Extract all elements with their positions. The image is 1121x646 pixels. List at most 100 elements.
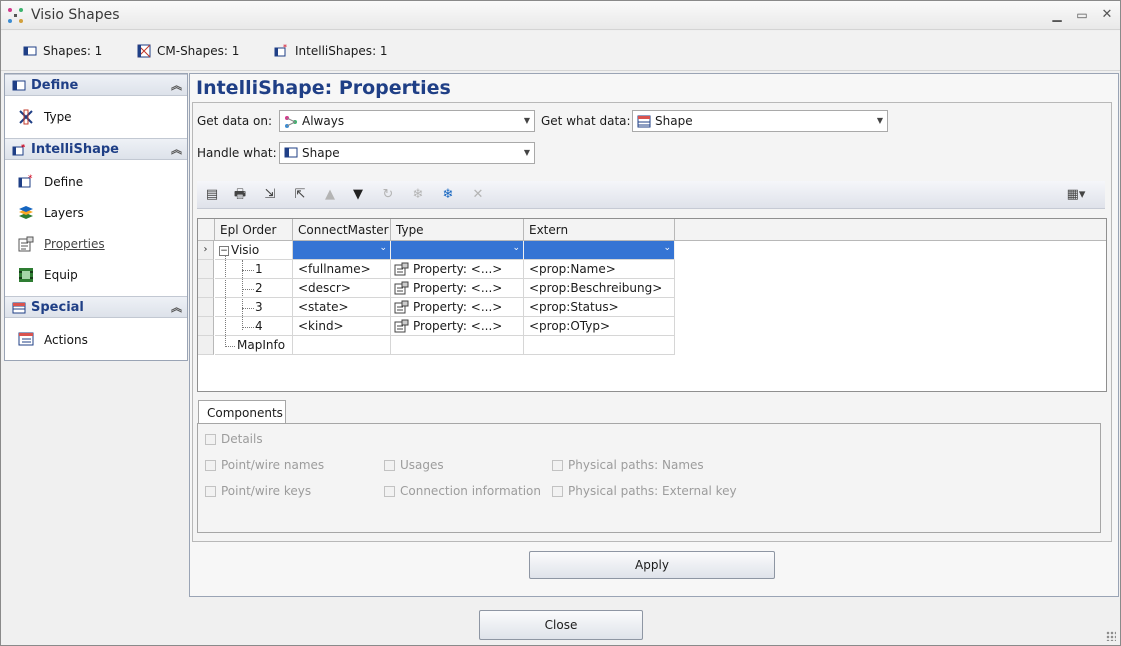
cell-extern[interactable]: [524, 336, 675, 355]
collapse-tree-icon[interactable]: −: [219, 245, 229, 256]
checkbox-box[interactable]: [205, 459, 216, 471]
chevron-down-icon[interactable]: ⌄: [663, 243, 671, 253]
nav-item-actions[interactable]: Actions: [5, 327, 187, 353]
new-item-icon[interactable]: ❄: [437, 185, 459, 205]
cell-connectmaster[interactable]: <fullname>: [293, 260, 391, 279]
physical-paths-external-key-label: Physical paths: External key: [568, 484, 737, 498]
checkbox-box[interactable]: [552, 485, 563, 497]
usages-checkbox[interactable]: Usages: [384, 458, 444, 472]
apply-button[interactable]: Apply: [529, 551, 775, 579]
nav-group-define[interactable]: Define ︽: [5, 74, 187, 96]
cell-type[interactable]: Property: <...>: [391, 260, 524, 279]
selected-cell-type[interactable]: ⌄: [391, 241, 524, 260]
nav-group-define-title: Define: [31, 78, 79, 93]
table-row[interactable]: 4: [215, 317, 293, 336]
cell-extern[interactable]: <prop:Name>: [524, 260, 675, 279]
move-down-icon[interactable]: ▼: [347, 185, 369, 205]
checkbox-box[interactable]: [552, 459, 563, 471]
handle-what-select[interactable]: Shape ▼: [279, 142, 535, 164]
cell-connectmaster[interactable]: <descr>: [293, 279, 391, 298]
cell-connectmaster[interactable]: <state>: [293, 298, 391, 317]
close-button[interactable]: Close: [479, 610, 643, 640]
cell-type[interactable]: Property: <...>: [391, 279, 524, 298]
table-row[interactable]: 3: [215, 298, 293, 317]
cell-connectmaster[interactable]: <kind>: [293, 317, 391, 336]
point-wire-keys-checkbox[interactable]: Point/wire keys: [205, 484, 311, 498]
table-row-visio[interactable]: − Visio: [215, 241, 293, 260]
get-data-on-label: Get data on:: [197, 114, 273, 128]
import-icon[interactable]: ⇱: [289, 185, 311, 205]
connection-information-checkbox[interactable]: Connection information: [384, 484, 541, 498]
selected-cell-extern[interactable]: ⌄: [524, 241, 675, 260]
physical-paths-external-key-checkbox[interactable]: Physical paths: External key: [552, 484, 737, 498]
collapse-icon[interactable]: ︽: [171, 299, 182, 315]
usages-label: Usages: [400, 458, 444, 472]
cell-extern[interactable]: <prop:OTyp>: [524, 317, 675, 336]
checkbox-box[interactable]: [205, 485, 216, 497]
table-row-mapinfo[interactable]: MapInfo: [215, 336, 293, 355]
nav-group-special[interactable]: Special ︽: [5, 296, 187, 318]
selected-cell-connectmaster[interactable]: ⌄: [293, 241, 391, 260]
print-icon[interactable]: 🖶: [229, 185, 251, 205]
parent-name: Visio: [231, 243, 260, 257]
row-selector[interactable]: [198, 279, 214, 298]
chevron-down-icon[interactable]: ⌄: [512, 243, 520, 253]
chevron-down-icon[interactable]: ▼: [524, 148, 530, 157]
tab-components[interactable]: Components: [198, 400, 286, 424]
row-selector[interactable]: [198, 298, 214, 317]
save-layout-icon[interactable]: ▤: [201, 185, 223, 205]
cell-type[interactable]: [391, 336, 524, 355]
nav-group-intellishape[interactable]: * IntelliShape ︽: [5, 138, 187, 160]
column-header-type[interactable]: Type: [391, 219, 524, 241]
refresh-icon[interactable]: ↻: [377, 185, 399, 205]
cell-type[interactable]: Property: <...>: [391, 317, 524, 336]
resize-grip-icon[interactable]: [1106, 631, 1116, 641]
point-wire-names-checkbox[interactable]: Point/wire names: [205, 458, 324, 472]
window-title: Visio Shapes: [31, 7, 120, 23]
export-icon[interactable]: ⇲: [259, 185, 281, 205]
svg-text:*: *: [21, 144, 26, 152]
checkbox-box[interactable]: [384, 459, 395, 471]
chevron-down-icon[interactable]: ▼: [877, 116, 883, 125]
row-selector-current[interactable]: ›: [198, 241, 214, 260]
cell-extern[interactable]: <prop:Beschreibung>: [524, 279, 675, 298]
cell-type[interactable]: Property: <...>: [391, 298, 524, 317]
checkbox-box[interactable]: [384, 485, 395, 497]
cell-connectmaster[interactable]: [293, 336, 391, 355]
nav-item-define[interactable]: * Define: [5, 169, 187, 195]
collapse-icon[interactable]: ︽: [171, 141, 182, 157]
table-row[interactable]: 2: [215, 279, 293, 298]
always-icon: [285, 116, 297, 128]
nav-item-properties[interactable]: Properties: [5, 231, 187, 257]
physical-paths-names-checkbox[interactable]: Physical paths: Names: [552, 458, 704, 472]
column-chooser-icon[interactable]: ▦▾: [1059, 185, 1093, 205]
components-group: Details Point/wire names Point/wire keys…: [197, 423, 1101, 533]
nav-item-layers[interactable]: Layers: [5, 200, 187, 226]
checkbox-box[interactable]: [205, 433, 216, 445]
details-checkbox[interactable]: Details: [205, 432, 263, 446]
table-row[interactable]: 1: [215, 260, 293, 279]
nav-group-special-title: Special: [31, 300, 84, 315]
nav-item-equip[interactable]: Equip: [5, 262, 187, 288]
close-icon[interactable]: ✕: [1098, 6, 1116, 24]
delete-icon[interactable]: ✕: [467, 185, 489, 205]
counts-bar: Shapes: 1 CM-Shapes: 1 * IntelliShapes: …: [1, 31, 1120, 71]
column-header-connectmaster[interactable]: ConnectMaster: [293, 219, 391, 241]
get-data-on-select[interactable]: Always ▼: [279, 110, 535, 132]
maximize-icon[interactable]: ▭: [1073, 6, 1091, 24]
row-selector[interactable]: [198, 317, 214, 336]
column-header-epl-order[interactable]: Epl Order: [215, 219, 293, 241]
snowflake-icon[interactable]: ❄: [407, 185, 429, 205]
row-selector[interactable]: [198, 260, 214, 279]
minimize-icon[interactable]: ▁: [1048, 6, 1066, 24]
collapse-icon[interactable]: ︽: [171, 77, 182, 93]
shape-icon: [23, 46, 37, 56]
chevron-down-icon[interactable]: ▼: [524, 116, 530, 125]
nav-item-type[interactable]: Type: [5, 104, 187, 130]
get-what-data-select[interactable]: Shape ▼: [632, 110, 888, 132]
column-header-extern[interactable]: Extern: [524, 219, 675, 241]
chevron-down-icon[interactable]: ⌄: [379, 243, 387, 253]
row-selector[interactable]: [198, 336, 214, 355]
cell-extern[interactable]: <prop:Status>: [524, 298, 675, 317]
move-up-icon[interactable]: ▲: [319, 185, 341, 205]
